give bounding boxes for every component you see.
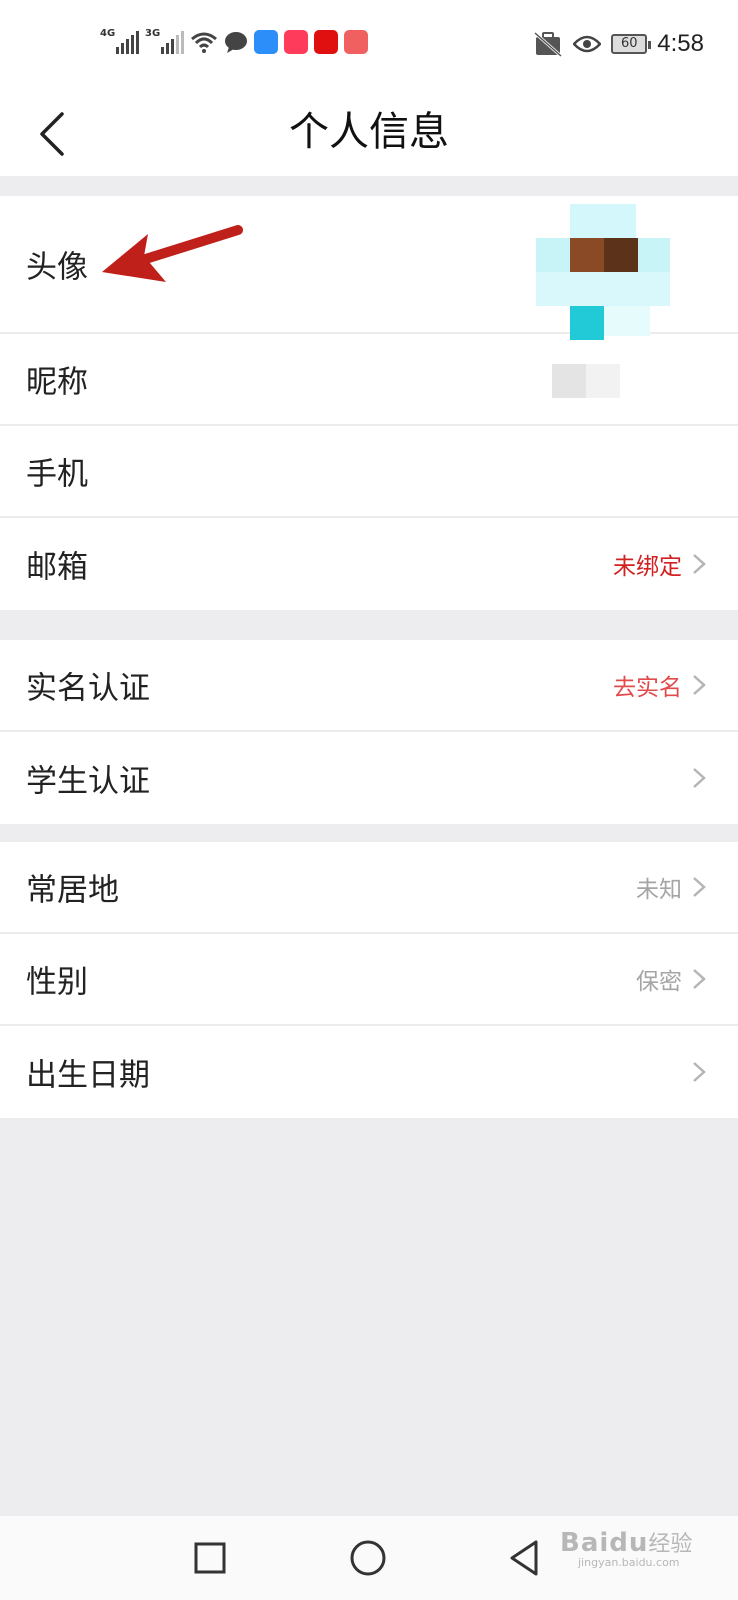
real-name-label: 实名认证	[26, 670, 150, 707]
taobao-notification-icon	[284, 30, 308, 54]
chevron-right-icon	[693, 675, 706, 695]
chevron-right-icon	[693, 768, 706, 788]
personal-details-group: 常居地 未知 性别 保密 出生日期	[0, 842, 738, 1118]
network-type-label: 4G	[100, 28, 116, 39]
phone-row[interactable]: 手机	[0, 426, 738, 518]
watermark-url: jingyan.baidu.com	[578, 1556, 680, 1569]
birthday-row[interactable]: 出生日期	[0, 1026, 738, 1118]
status-left: 4G 3G	[100, 28, 368, 54]
nickname-value-redacted	[586, 364, 620, 398]
battery-icon: 60	[611, 34, 652, 54]
network-type-label: 3G	[145, 28, 161, 39]
home-circle-icon[interactable]	[346, 1536, 390, 1580]
huawei-notification-icon	[344, 30, 368, 54]
app-notification-icon	[254, 30, 278, 54]
watermark-brand: Bai	[560, 1528, 610, 1558]
real-name-action: 去实名	[613, 675, 682, 701]
signal-3g-icon: 3G	[145, 28, 184, 54]
status-bar: 4G 3G 60 4:58	[0, 0, 738, 90]
chevron-right-icon	[693, 554, 706, 574]
nickname-value-redacted	[552, 364, 586, 398]
clock: 4:58	[657, 30, 704, 57]
wifi-icon	[191, 32, 217, 53]
gender-row[interactable]: 性别 保密	[0, 934, 738, 1026]
nickname-row[interactable]: 昵称	[0, 334, 738, 426]
student-label: 学生认证	[26, 763, 150, 800]
birthday-label: 出生日期	[26, 1057, 150, 1094]
email-label: 邮箱	[26, 549, 88, 586]
chevron-right-icon	[693, 877, 706, 897]
verification-group: 实名认证 去实名 学生认证	[0, 640, 738, 824]
chevron-right-icon	[693, 969, 706, 989]
status-right: 60 4:58	[533, 30, 704, 58]
watermark-cn: 经验	[648, 1532, 693, 1557]
gender-label: 性别	[26, 964, 88, 1001]
chevron-right-icon	[693, 1062, 706, 1082]
message-icon	[225, 32, 247, 53]
page-title: 个人信息	[289, 109, 449, 155]
email-status: 未绑定	[613, 554, 682, 580]
app-notification-icon	[314, 30, 338, 54]
baidu-watermark: Baidu经验 jingyan.baidu.com	[560, 1526, 692, 1569]
phone-label: 手机	[26, 456, 88, 493]
back-triangle-icon[interactable]	[504, 1536, 548, 1580]
silent-mode-icon	[534, 31, 563, 57]
eye-comfort-icon	[573, 35, 602, 53]
avatar[interactable]	[536, 204, 686, 340]
email-row[interactable]: 邮箱 未绑定	[0, 518, 738, 610]
recent-apps-square-icon[interactable]	[188, 1536, 232, 1580]
student-row[interactable]: 学生认证	[0, 732, 738, 824]
residence-value: 未知	[636, 877, 682, 903]
annotation-arrow-icon	[102, 225, 243, 282]
real-name-row[interactable]: 实名认证 去实名	[0, 640, 738, 732]
signal-4g-icon: 4G	[100, 28, 139, 54]
gender-value: 保密	[636, 969, 682, 995]
residence-row[interactable]: 常居地 未知	[0, 842, 738, 934]
nickname-label: 昵称	[26, 364, 88, 401]
avatar-label: 头像	[26, 249, 88, 286]
watermark-brand-suffix: du	[609, 1528, 649, 1558]
residence-label: 常居地	[26, 872, 119, 909]
top-app-bar: 个人信息	[0, 90, 738, 176]
